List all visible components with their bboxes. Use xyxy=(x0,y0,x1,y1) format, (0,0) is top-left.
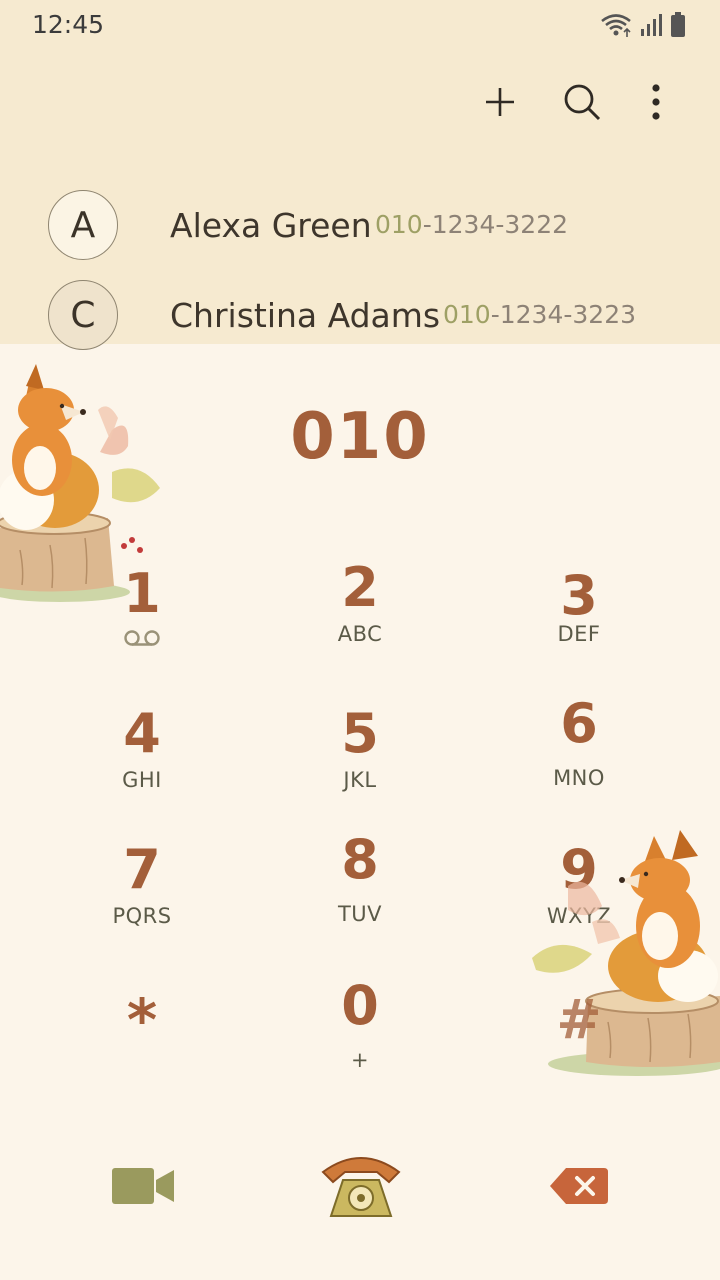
contact-number: 010-1234-3223 xyxy=(443,300,636,329)
add-contact-button[interactable] xyxy=(474,78,526,130)
search-icon xyxy=(562,82,602,127)
signal-icon xyxy=(640,13,662,42)
battery-icon xyxy=(670,12,686,43)
key-8[interactable]: 8 TUV xyxy=(275,830,445,940)
key-star[interactable]: * xyxy=(57,990,227,1100)
key-letters: MNO xyxy=(553,766,605,790)
key-hash[interactable]: # xyxy=(494,990,664,1100)
voicemail-icon xyxy=(57,628,227,653)
backspace-button[interactable] xyxy=(534,1148,624,1228)
key-digit: 8 xyxy=(341,828,379,891)
key-letters: DEF xyxy=(557,622,601,646)
key-letters: PQRS xyxy=(112,904,172,928)
contact-row[interactable]: C Christina Adams 010-1234-3223 xyxy=(0,272,720,362)
number-match: 010 xyxy=(375,210,423,239)
key-letters: GHI xyxy=(122,768,162,792)
status-bar: 12:45 xyxy=(0,0,720,50)
video-call-icon xyxy=(112,1166,174,1211)
key-letters: TUV xyxy=(337,902,383,926)
key-0[interactable]: 0 + xyxy=(275,976,445,1086)
key-digit: 4 xyxy=(123,702,161,765)
avatar: C xyxy=(48,280,118,350)
search-button[interactable] xyxy=(556,78,608,130)
contact-name: Alexa Green xyxy=(170,206,372,245)
key-1[interactable]: 1 xyxy=(57,564,227,674)
more-vert-icon xyxy=(650,83,662,125)
wifi-icon xyxy=(600,12,632,43)
number-match: 010 xyxy=(443,300,491,329)
number-rest: -1234-3222 xyxy=(422,210,569,239)
add-icon xyxy=(484,86,516,123)
avatar: A xyxy=(48,190,118,260)
key-digit: 5 xyxy=(341,702,379,765)
key-digit: 7 xyxy=(123,838,161,901)
key-letters: + xyxy=(350,1048,370,1072)
avatar-initial: C xyxy=(70,294,96,336)
phone-call-icon xyxy=(319,1150,403,1227)
key-6[interactable]: 6 MNO xyxy=(494,694,664,804)
call-button[interactable] xyxy=(316,1148,406,1228)
more-options-button[interactable] xyxy=(630,78,682,130)
status-icons xyxy=(600,12,686,43)
contact-name: Christina Adams xyxy=(170,296,441,335)
key-3[interactable]: 3 DEF xyxy=(494,566,664,676)
key-digit: # xyxy=(556,988,602,1051)
key-digit: 0 xyxy=(341,974,379,1037)
key-letters: JKL xyxy=(343,768,377,792)
key-digit: 2 xyxy=(341,556,379,619)
avatar-initial: A xyxy=(70,204,96,246)
status-time: 12:45 xyxy=(32,10,105,39)
key-letters: ABC xyxy=(337,622,383,646)
key-4[interactable]: 4 GHI xyxy=(57,704,227,814)
video-call-button[interactable] xyxy=(98,1148,188,1228)
key-digit: * xyxy=(126,986,158,1054)
key-5[interactable]: 5 JKL xyxy=(275,704,445,814)
key-2[interactable]: 2 ABC xyxy=(275,558,445,668)
backspace-icon xyxy=(550,1167,608,1209)
key-7[interactable]: 7 PQRS xyxy=(57,840,227,950)
dialed-number-display[interactable]: 010 xyxy=(0,400,720,474)
key-digit: 6 xyxy=(560,692,598,755)
key-digit: 3 xyxy=(560,564,598,627)
contact-number: 010-1234-3222 xyxy=(375,210,568,239)
contact-row[interactable]: A Alexa Green 010-1234-3222 xyxy=(0,182,720,272)
number-rest: -1234-3223 xyxy=(490,300,637,329)
key-digit: 1 xyxy=(123,562,161,625)
contacts-panel: 12:45 A Alexa Green 010-1234-3222 C Chri… xyxy=(0,0,720,350)
